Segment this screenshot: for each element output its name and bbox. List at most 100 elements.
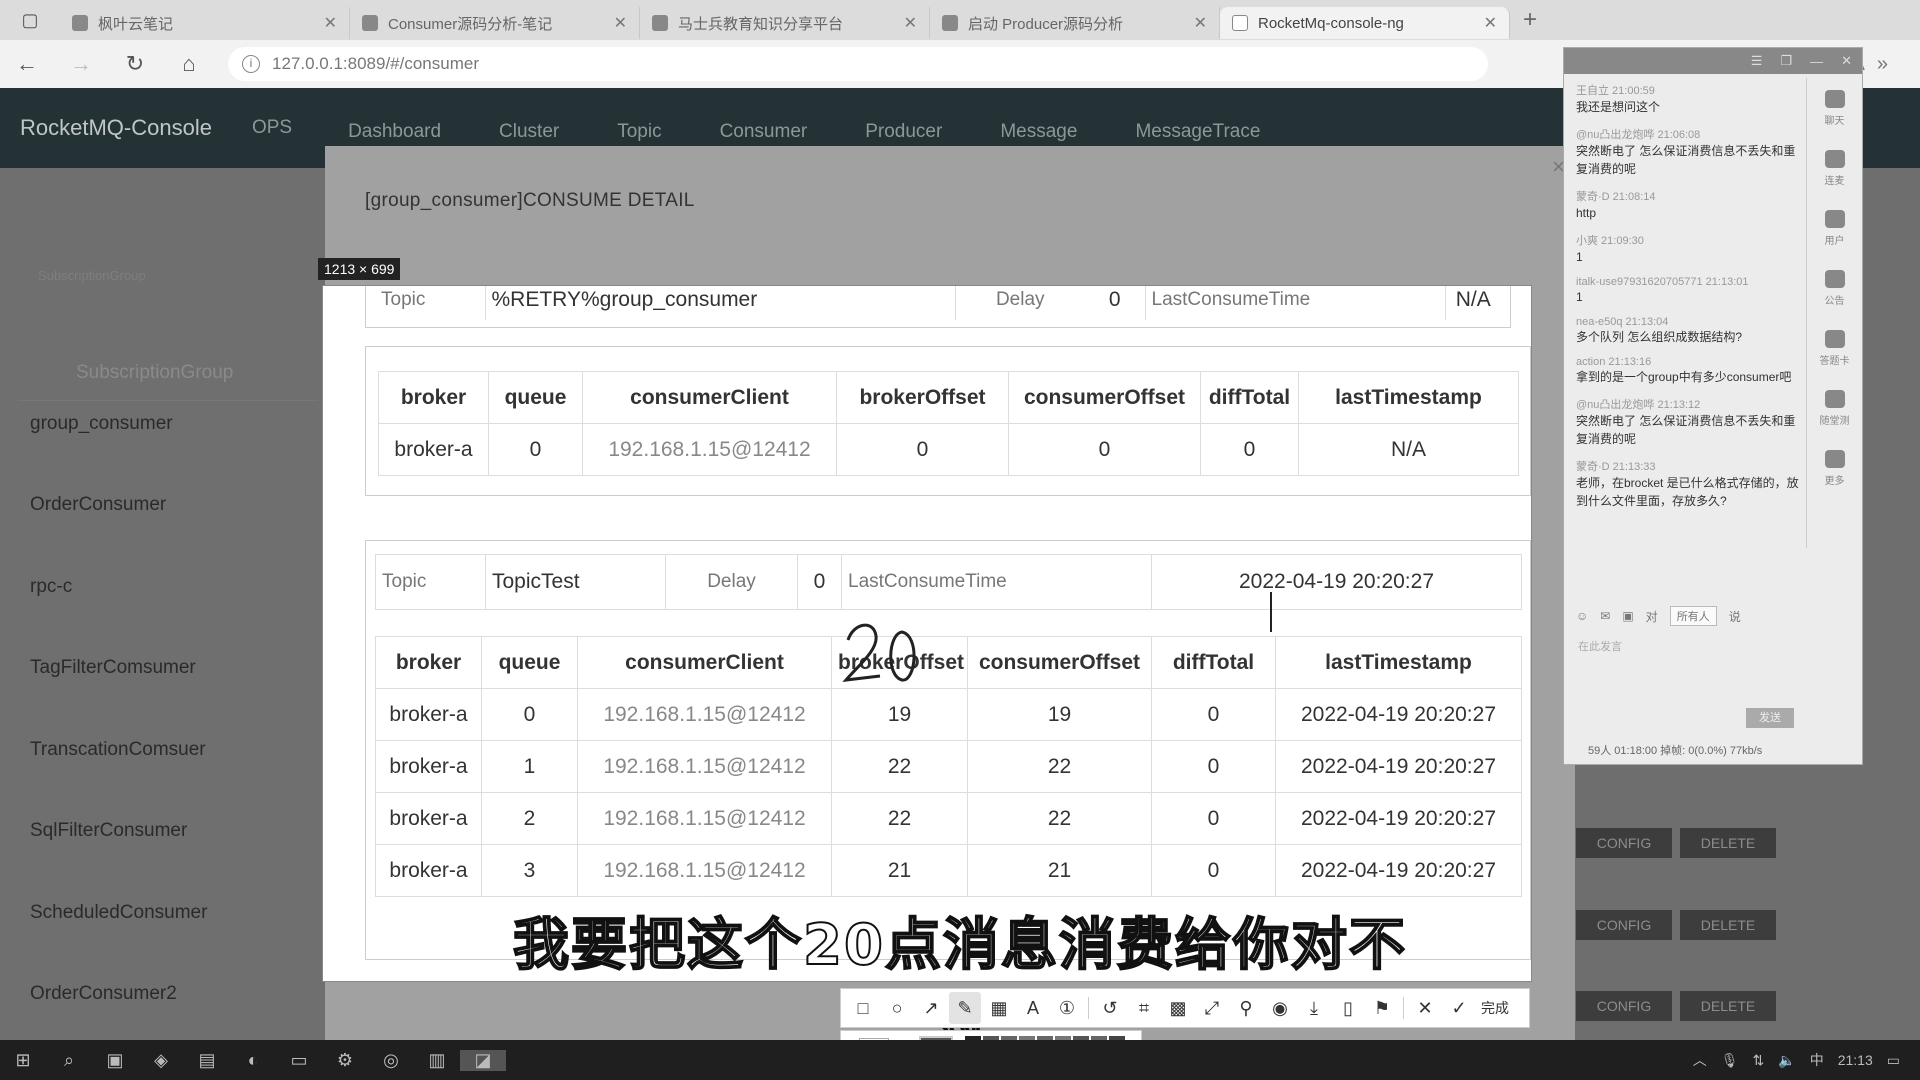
site-info-icon[interactable]: i (242, 55, 260, 73)
tab-close-icon[interactable]: ✕ (904, 13, 917, 33)
browser-tab[interactable]: 枫叶云笔记 ✕ (60, 7, 350, 39)
tab-close-icon[interactable]: ✕ (1194, 13, 1207, 33)
answer-card-tab[interactable]: 答题卡 (1807, 318, 1862, 378)
delete-button[interactable]: DELETE (1680, 910, 1776, 940)
arrow-icon[interactable]: ↗ (915, 992, 947, 1024)
clock[interactable]: 21:13 (1838, 1052, 1873, 1068)
folder-icon[interactable]: ▭ (276, 1050, 322, 1071)
menu-icon[interactable]: ☰ (1751, 53, 1763, 69)
app-icon[interactable]: ◎ (368, 1050, 414, 1071)
app-icon[interactable]: ◈ (138, 1050, 184, 1071)
tab-close-icon[interactable]: ✕ (324, 13, 337, 33)
pen-icon[interactable]: ✎ (949, 992, 981, 1024)
notification-icon[interactable]: ▭ (1887, 1052, 1900, 1069)
tab-close-icon[interactable]: ✕ (1484, 13, 1497, 33)
nav-consumer[interactable]: Consumer (720, 121, 808, 143)
rect-icon[interactable]: □ (847, 992, 879, 1024)
number-icon[interactable]: ① (1051, 992, 1083, 1024)
browser-tab[interactable]: Consumer源码分析-笔记 ✕ (350, 7, 640, 39)
nav-cluster[interactable]: Cluster (499, 121, 559, 143)
close-icon[interactable]: ✕ (1409, 992, 1441, 1024)
image-icon[interactable]: ▣ (1622, 609, 1633, 623)
home-icon[interactable]: ⌂ (162, 51, 216, 77)
group-item[interactable]: TagFilterComsumer (30, 657, 196, 679)
browser-tab-active[interactable]: RocketMq-console-ng ✕ (1220, 7, 1510, 39)
group-item[interactable]: TranscationComsuer (30, 739, 206, 761)
table-row: broker-a 0 192.168.1.15@12412 0 0 0 N/A (378, 423, 1519, 476)
record-icon[interactable]: ◉ (1264, 992, 1296, 1024)
config-button[interactable]: CONFIG (1576, 991, 1672, 1021)
group-item[interactable]: ScheduledConsumer (30, 902, 207, 924)
ime-indicator[interactable]: 中 (1810, 1050, 1824, 1070)
minimize-icon[interactable]: — (1810, 54, 1823, 69)
cell: 22 (967, 792, 1152, 845)
settings-icon[interactable]: ⚙ (322, 1050, 368, 1071)
pin-icon[interactable]: ⚲ (1230, 992, 1262, 1024)
download-icon[interactable]: ⤓ (1298, 992, 1330, 1024)
volume-icon[interactable]: 🔈 (1778, 1052, 1795, 1069)
browser-icon[interactable]: ◐ (230, 1050, 276, 1071)
chat-tab[interactable]: 聊天 (1807, 78, 1862, 138)
terminal-icon[interactable]: ▥ (414, 1050, 460, 1071)
delete-button[interactable]: DELETE (1680, 991, 1776, 1021)
group-item[interactable]: SqlFilterConsumer (30, 820, 187, 842)
ocr-icon[interactable]: ⌗ (1128, 992, 1160, 1024)
back-icon[interactable]: ← (0, 51, 54, 77)
reload-icon[interactable]: ↻ (108, 51, 162, 77)
close-icon[interactable]: ✕ (1841, 53, 1852, 69)
delay-value: 0 (1108, 288, 1121, 311)
group-item[interactable]: rpc-c (30, 576, 72, 598)
done-button[interactable]: 完成 (1481, 998, 1509, 1018)
delete-button[interactable]: DELETE (1680, 828, 1776, 858)
quiz-tab[interactable]: 随堂测 (1807, 378, 1862, 438)
group-item[interactable]: group_consumer (30, 413, 173, 435)
col-header: queue (488, 371, 583, 424)
notice-tab[interactable]: 公告 (1807, 258, 1862, 318)
comment-icon[interactable]: ✉ (1600, 609, 1610, 623)
mic-icon[interactable]: 🎙 (1721, 1052, 1739, 1069)
browser-tab[interactable]: 马士兵教育知识分享平台 ✕ (640, 7, 930, 39)
forward-icon[interactable]: → (54, 51, 108, 77)
chat-message-list[interactable]: 王自立 21:00:59 我还是想问这个 @nu凸出龙炮哗 21:06:08 突然断… (1576, 82, 1806, 520)
qr-icon[interactable]: ▩ (1162, 992, 1194, 1024)
network-icon[interactable]: ⇅ (1753, 1052, 1765, 1069)
config-button[interactable]: CONFIG (1576, 910, 1672, 940)
mic-link-tab[interactable]: 连麦 (1807, 138, 1862, 198)
nav-dashboard[interactable]: Dashboard (348, 121, 441, 143)
copy-icon[interactable]: ▯ (1332, 992, 1364, 1024)
app-icon[interactable]: ◪ (460, 1049, 506, 1071)
mosaic-icon[interactable]: ▦ (983, 992, 1015, 1024)
send-button[interactable]: 发送 (1746, 708, 1794, 728)
group-item[interactable]: OrderConsumer (30, 494, 166, 516)
chat-input[interactable]: 在此发言 (1578, 638, 1622, 654)
recipient-select[interactable]: 所有人 (1669, 606, 1717, 626)
app-brand[interactable]: RocketMQ-Console (20, 115, 212, 141)
users-tab[interactable]: 用户 (1807, 198, 1862, 258)
text-icon[interactable]: A (1017, 992, 1049, 1024)
app-icon[interactable]: ▣ (92, 1050, 138, 1071)
nav-messagetrace[interactable]: MessageTrace (1135, 121, 1260, 143)
app-icon[interactable]: ▤ (184, 1050, 230, 1071)
new-tab-icon[interactable]: + (1510, 6, 1550, 34)
start-icon[interactable]: ⊞ (0, 1050, 46, 1071)
more-tab[interactable]: 更多 (1807, 438, 1862, 498)
url-input[interactable]: i 127.0.0.1:8089/#/consumer (228, 47, 1488, 81)
chevron-up-icon[interactable]: ︿ (1693, 1050, 1707, 1070)
nav-topic[interactable]: Topic (617, 121, 661, 143)
ellipse-icon[interactable]: ○ (881, 992, 913, 1024)
search-icon[interactable]: ⌕ (46, 1050, 92, 1071)
undo-icon[interactable]: ↺ (1094, 992, 1126, 1024)
nav-ops[interactable]: OPS (252, 117, 292, 139)
restore-icon[interactable]: ❐ (1780, 53, 1792, 69)
emoji-icon[interactable]: ☺ (1576, 609, 1588, 623)
group-item[interactable]: OrderConsumer2 (30, 983, 177, 1005)
scroll-capture-icon[interactable]: ⤢ (1196, 992, 1228, 1024)
browser-tab[interactable]: 启动 Producer源码分析 ✕ (930, 7, 1220, 39)
check-icon[interactable]: ✓ (1443, 992, 1475, 1024)
config-button[interactable]: CONFIG (1576, 828, 1672, 858)
window-menu-icon[interactable]: ▢ (0, 0, 60, 40)
nav-producer[interactable]: Producer (865, 121, 942, 143)
nav-message[interactable]: Message (1000, 121, 1077, 143)
tab-close-icon[interactable]: ✕ (614, 13, 627, 33)
bookmark-icon[interactable]: ⚑ (1366, 992, 1398, 1024)
